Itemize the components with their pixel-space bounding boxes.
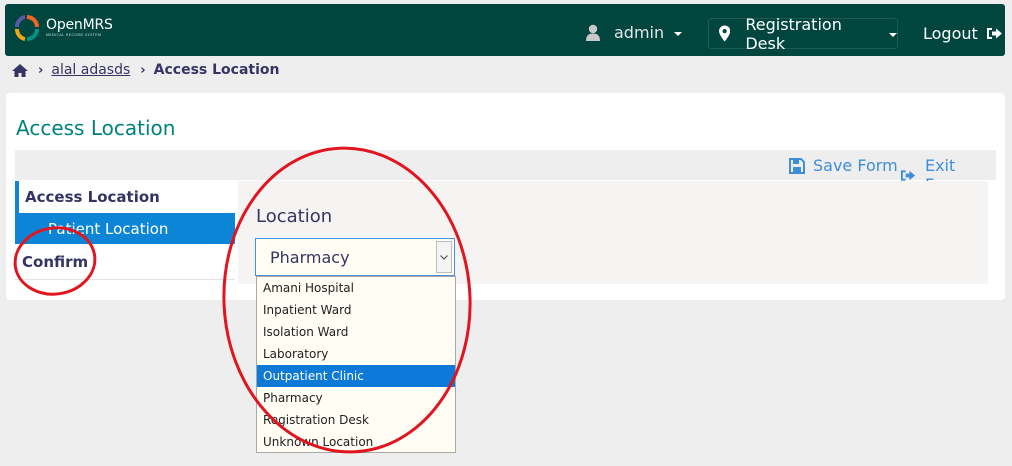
location-dropdown-list: Amani Hospital Inpatient Ward Isolation … (256, 276, 456, 453)
form-card: Access Location Save Form Exit Form Acce… (6, 93, 1005, 300)
top-navigation-bar: OpenMRS MEDICAL RECORD SYSTEM admin Regi… (5, 4, 1005, 56)
location-option[interactable]: Pharmacy (257, 387, 455, 409)
map-marker-icon (719, 25, 731, 42)
logout-link[interactable]: Logout (923, 24, 1003, 43)
section-confirm[interactable]: Confirm (15, 244, 235, 280)
location-option[interactable]: Registration Desk (257, 409, 455, 431)
save-icon (789, 157, 805, 174)
breadcrumb-patient-link[interactable]: alal adasds (51, 62, 130, 78)
chevron-down-icon (674, 31, 683, 36)
chevron-down-icon (889, 32, 897, 37)
location-option[interactable]: Laboratory (257, 343, 455, 365)
question-patient-location[interactable]: Patient Location (15, 213, 235, 244)
breadcrumb-separator: › (38, 62, 44, 78)
user-icon (586, 24, 600, 41)
breadcrumb-current: Access Location (153, 62, 280, 78)
logout-label: Logout (923, 24, 978, 43)
location-field-label: Location (256, 206, 333, 227)
location-option-highlighted[interactable]: Outpatient Clinic (257, 365, 455, 387)
openmrs-logo[interactable]: OpenMRS MEDICAL RECORD SYSTEM (15, 15, 113, 41)
location-name: Registration Desk (745, 14, 842, 53)
location-select-value: Pharmacy (270, 247, 350, 267)
location-option[interactable]: Isolation Ward (257, 321, 455, 343)
location-option[interactable]: Inpatient Ward (257, 299, 455, 321)
form-actions-bar: Save Form Exit Form (15, 150, 996, 194)
user-name: admin (614, 23, 665, 42)
page-title: Access Location (16, 116, 176, 140)
location-select[interactable]: Pharmacy (255, 238, 455, 276)
form-sections-nav: Access Location Patient Location Confirm (15, 181, 235, 280)
openmrs-logo-icon (15, 15, 39, 41)
app-name: OpenMRS (46, 17, 113, 34)
section-access-location[interactable]: Access Location (15, 181, 235, 213)
breadcrumb: › alal adasds › Access Location (12, 62, 279, 78)
user-menu[interactable]: admin (585, 23, 683, 42)
sign-out-icon (986, 28, 1002, 39)
save-form-button[interactable]: Save Form (789, 156, 898, 175)
save-form-label: Save Form (813, 156, 898, 175)
breadcrumb-separator: › (140, 62, 146, 78)
location-menu[interactable]: Registration Desk (708, 15, 898, 53)
location-option[interactable]: Amani Hospital (257, 277, 455, 299)
location-option[interactable]: Unknown Location (257, 431, 455, 453)
app-tagline: MEDICAL RECORD SYSTEM (46, 33, 102, 38)
chevron-down-icon[interactable] (436, 241, 452, 273)
home-icon[interactable] (12, 63, 28, 77)
